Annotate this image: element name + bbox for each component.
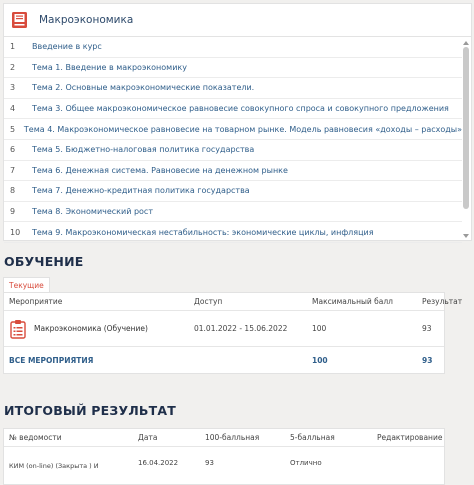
topic-link[interactable]: Введение в курс: [32, 42, 102, 51]
max-score-value: 100: [312, 324, 327, 333]
column-date: Дата: [138, 433, 158, 442]
column-edit: Редактирование: [377, 433, 443, 442]
topic-item[interactable]: 8 Тема 7. Денежно-кредитная политика госу…: [4, 181, 462, 202]
topic-item[interactable]: 7 Тема 6. Денежная система. Равновесие на…: [4, 161, 462, 182]
topic-item[interactable]: 5 Тема 4. Макроэкономическое равновесие н…: [4, 119, 462, 140]
column-access: Доступ: [194, 297, 223, 306]
topic-item[interactable]: 3 Тема 2. Основные макроэкономические пок…: [4, 78, 462, 99]
topic-item[interactable]: 10 Тема 9. Макроэкономическая нестабильно…: [4, 222, 462, 243]
access-period: 01.01.2022 - 15.06.2022: [194, 324, 288, 333]
topic-link[interactable]: Тема 1. Введение в макроэкономику: [32, 63, 187, 72]
topic-link[interactable]: Тема 5. Бюджетно-налоговая политика госу…: [32, 145, 254, 154]
tab-current[interactable]: Текущие: [3, 277, 50, 293]
column-score5: 5-балльная: [290, 433, 335, 442]
topic-item[interactable]: 9 Тема 8. Экономический рост: [4, 202, 462, 223]
table-row[interactable]: Макроэкономика (Обучение) 01.01.2022 - 1…: [4, 311, 444, 347]
topic-number: 10: [10, 227, 21, 237]
column-max-score: Максимальный балл: [312, 297, 393, 306]
education-table-header: Мероприятие Доступ Максимальный балл Рез…: [4, 293, 462, 311]
course-header: Макроэкономика: [4, 4, 471, 37]
topic-number: 5: [10, 124, 16, 134]
column-statement: № ведомости: [9, 433, 62, 442]
topic-number: 8: [10, 186, 16, 196]
topic-number: 1: [10, 42, 16, 52]
topic-link[interactable]: Тема 3. Общее макроэкономическое равнове…: [32, 104, 449, 113]
result-value: 93: [422, 324, 432, 333]
column-score100: 100-балльная: [205, 433, 260, 442]
date-value: 16.04.2022: [138, 459, 179, 467]
education-table: Мероприятие Доступ Максимальный балл Рез…: [3, 292, 462, 374]
final-result-table: № ведомости Дата 100-балльная 5-балльная…: [3, 428, 445, 485]
final-result-header: № ведомости Дата 100-балльная 5-балльная…: [4, 429, 444, 447]
column-result: Результат: [422, 297, 463, 306]
total-result: 93: [422, 356, 433, 365]
topic-number: 9: [10, 207, 16, 217]
course-title[interactable]: Макроэкономика: [39, 14, 133, 26]
topic-number: 2: [10, 62, 16, 72]
topic-link[interactable]: Тема 6. Денежная система. Равновесие на …: [32, 166, 288, 175]
scroll-thumb[interactable]: [463, 47, 469, 209]
event-link[interactable]: Макроэкономика (Обучение): [34, 324, 148, 333]
topic-item[interactable]: 1 Введение в курс: [4, 37, 462, 58]
topic-link[interactable]: Тема 4. Макроэкономическое равновесие на…: [24, 125, 462, 134]
topic-link[interactable]: Тема 8. Экономический рост: [32, 207, 153, 216]
topic-item[interactable]: 6 Тема 5. Бюджетно-налоговая политика гос…: [4, 140, 462, 161]
topic-link[interactable]: Тема 9. Макроэкономическая нестабильност…: [32, 228, 374, 237]
column-event: Мероприятие: [9, 297, 63, 306]
topic-number: 3: [10, 83, 16, 93]
statement-value[interactable]: КИМ (on-line) (Закрыта ) И: [9, 462, 99, 470]
topic-item[interactable]: 4 Тема 3. Общее макроэкономическое равнов…: [4, 99, 462, 120]
total-max-score: 100: [312, 356, 328, 365]
education-tabs: Текущие: [3, 277, 50, 293]
topic-list: 1 Введение в курс 2 Тема 1. Введение в мак…: [4, 37, 462, 243]
scroll-down-icon[interactable]: [463, 234, 469, 238]
scroll-up-icon[interactable]: [463, 41, 469, 45]
topic-number: 6: [10, 145, 16, 155]
book-icon: [11, 11, 28, 29]
clipboard-icon: [10, 319, 26, 339]
course-card: Макроэкономика 1 Введение в курс 2 Тема 1.…: [3, 3, 472, 243]
topic-number: 4: [10, 104, 16, 114]
score5-value: Отлично: [290, 459, 322, 467]
topic-number: 7: [10, 165, 16, 175]
topic-link[interactable]: Тема 2. Основные макроэкономические пока…: [32, 83, 254, 92]
table-row: КИМ (on-line) (Закрыта ) И 16.04.2022 93…: [4, 447, 444, 485]
education-title: ОБУЧЕНИЕ: [4, 254, 84, 269]
final-result-title: ИТОГОВЫЙ РЕЗУЛЬТАТ: [4, 403, 176, 418]
education-total-row: ВСЕ МЕРОПРИЯТИЯ 100 93: [4, 347, 444, 374]
total-label: ВСЕ МЕРОПРИЯТИЯ: [9, 356, 94, 365]
topic-item[interactable]: 2 Тема 1. Введение в макроэкономику: [4, 58, 462, 79]
score100-value: 93: [205, 459, 214, 467]
topic-link[interactable]: Тема 7. Денежно-кредитная политика госуд…: [32, 186, 250, 195]
topic-scrollbar[interactable]: [463, 41, 469, 238]
